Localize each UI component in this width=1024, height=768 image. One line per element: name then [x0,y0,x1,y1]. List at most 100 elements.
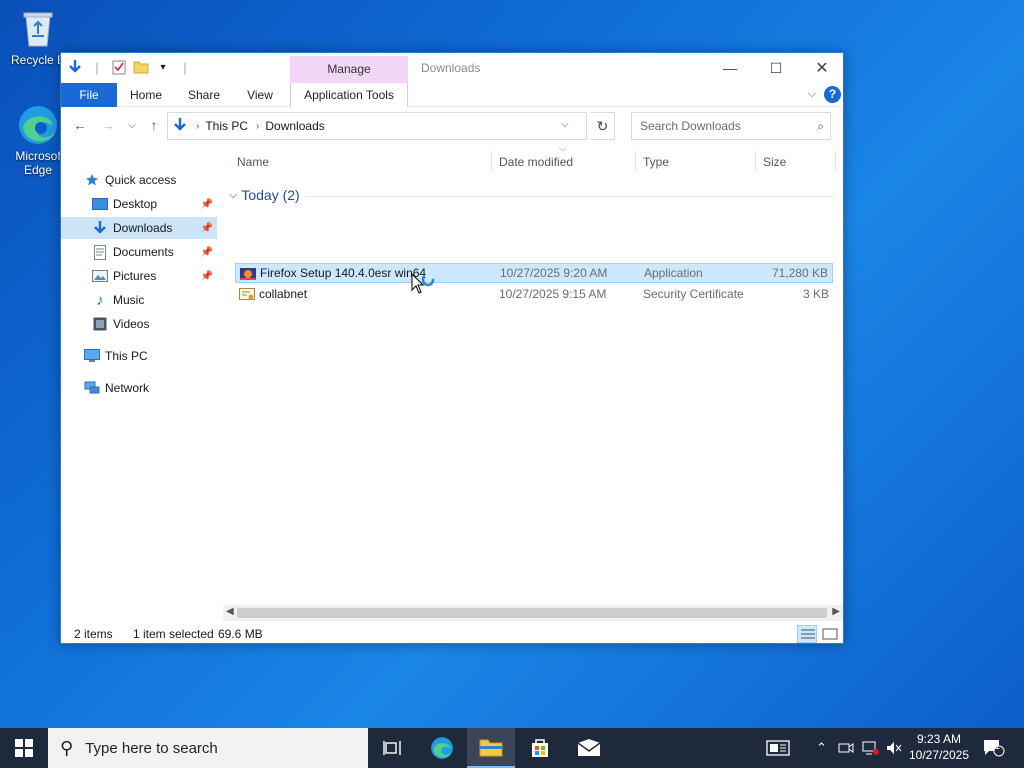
group-label: Today (2) [241,187,300,203]
expand-ribbon-icon[interactable]: ⌵ [808,88,816,101]
nav-desktop[interactable]: Desktop 📌 [61,193,217,215]
taskbar-file-explorer-button[interactable] [467,728,515,768]
file-explorer-window: | ▾ | Manage Downloads — ☐ ✕ File Home S… [60,52,844,644]
recent-locations-button[interactable]: ⌵ [121,120,143,138]
volume-muted-icon[interactable] [886,728,902,768]
table-row[interactable]: Firefox Setup 140.4.0esr win64 10/27/202… [235,263,833,283]
tab-view[interactable]: View [235,83,285,107]
manage-context-tab[interactable]: Manage [290,56,408,83]
documents-icon [91,244,109,260]
search-box[interactable]: Search Downloads ⌕ [631,112,831,140]
file-type: Application [644,266,703,280]
tab-home[interactable]: Home [121,83,171,107]
separator-icon: | [183,59,187,75]
column-divider[interactable] [755,151,756,173]
address-bar[interactable]: › This PC › Downloads [167,112,587,140]
file-date-modified: 10/27/2025 9:15 AM [499,287,607,301]
column-header-size[interactable]: Size [763,155,786,169]
details-view-button[interactable] [797,625,817,643]
mouse-cursor-busy-icon [411,272,437,302]
nav-network[interactable]: Network [83,377,239,399]
system-clock[interactable]: 9:23 AM 10/27/2025 [906,731,972,763]
download-arrow-icon[interactable] [67,59,83,75]
minimize-button[interactable]: — [707,53,753,83]
close-icon: ✕ [815,60,829,77]
refresh-icon: ↻ [596,118,609,134]
breadcrumb-this-pc[interactable]: This PC [205,119,248,133]
nav-music[interactable]: ♪ Music [61,289,217,311]
scroll-right-icon[interactable]: ▶ [832,606,840,617]
nav-quick-access[interactable]: Quick access [83,169,239,191]
close-button[interactable]: ✕ [799,53,845,83]
taskbar-store-button[interactable] [516,728,564,768]
maximize-icon: ☐ [769,59,783,76]
file-date-modified: 10/27/2025 9:20 AM [500,266,608,280]
breadcrumb-chevron-icon[interactable]: › [196,121,199,132]
column-divider[interactable] [491,151,492,173]
breadcrumb-chevron-icon[interactable]: › [256,121,259,132]
nav-this-pc[interactable]: This PC [83,345,239,367]
arrow-left-icon: ← [73,117,87,133]
forward-button[interactable]: → [97,117,119,135]
tab-file[interactable]: File [61,83,117,107]
title-bar[interactable]: | ▾ | Manage Downloads — ☐ ✕ [61,53,843,83]
ribbon-tabs: File Home Share View Application Tools ⌵… [61,83,843,107]
nav-documents[interactable]: Documents 📌 [61,241,217,263]
recycle-bin-icon [17,8,59,50]
start-button[interactable] [0,728,48,768]
pin-icon[interactable]: 📌 [201,223,213,234]
file-size: 3 KB [802,287,829,301]
nav-downloads[interactable]: Downloads 📌 [61,217,217,239]
quick-access-toolbar: | ▾ | [67,59,193,75]
address-history-chevron-icon[interactable]: ⌵ [561,119,569,130]
scroll-left-icon[interactable]: ◀ [226,606,234,617]
large-icons-view-button[interactable] [819,625,839,643]
up-button[interactable]: ↑ [143,117,165,135]
nav-quick-access-label: Quick access [105,173,177,187]
column-divider[interactable] [835,151,836,173]
maximize-button[interactable]: ☐ [753,53,799,83]
breadcrumb-downloads[interactable]: Downloads [265,119,324,133]
file-name: collabnet [259,287,308,301]
tab-application-tools[interactable]: Application Tools [290,83,408,107]
new-folder-icon[interactable] [133,59,149,75]
group-header-today[interactable]: ⌵ Today (2) [229,187,300,203]
column-header-type[interactable]: Type [643,155,669,169]
news-widget-button[interactable] [766,728,790,768]
nav-pictures[interactable]: Pictures 📌 [61,265,217,287]
nav-desktop-label: Desktop [113,197,158,211]
meet-now-icon[interactable] [838,728,854,768]
table-row[interactable]: collabnet 10/27/2025 9:15 AM Security Ce… [235,284,833,304]
back-button[interactable]: ← [69,117,91,135]
scrollbar-thumb[interactable] [237,608,827,618]
status-bar: 2 items 1 item selected 69.6 MB [61,623,843,643]
taskbar-edge-button[interactable] [418,728,466,768]
column-divider[interactable] [635,151,636,173]
refresh-button[interactable]: ↻ [591,112,615,140]
search-input[interactable]: Search Downloads [640,119,741,133]
file-name: Firefox Setup 140.4.0esr win64 [260,266,427,280]
nav-videos[interactable]: Videos [61,313,217,335]
horizontal-scrollbar[interactable]: ◀ ▶ [223,605,843,621]
notification-center-button[interactable]: 1 [982,728,1006,768]
column-header-date-modified[interactable]: Date modified [499,155,573,169]
window-title: Downloads [421,61,481,75]
pin-icon[interactable]: 📌 [201,247,213,258]
store-bag-icon [532,739,548,757]
arrow-right-icon: → [101,117,115,133]
taskbar-mail-button[interactable] [565,728,613,768]
customize-toolbar-icon[interactable]: ▾ [155,59,171,75]
properties-icon[interactable] [111,59,127,75]
chevron-down-icon: ⌵ [128,120,136,131]
help-icon[interactable]: ? [824,86,841,103]
column-header-name[interactable]: Name [237,155,269,169]
taskbar-search-input[interactable]: Type here to search [85,740,218,757]
task-view-button[interactable] [368,728,416,768]
taskbar-search-box[interactable]: ⚲ Type here to search [48,728,368,768]
network-status-icon[interactable] [862,728,880,768]
firefox-installer-icon [240,266,256,282]
pin-icon[interactable]: 📌 [201,271,213,282]
show-hidden-icons-chevron-icon[interactable]: ⌃ [816,728,827,768]
pin-icon[interactable]: 📌 [201,199,213,210]
tab-share[interactable]: Share [179,83,229,107]
